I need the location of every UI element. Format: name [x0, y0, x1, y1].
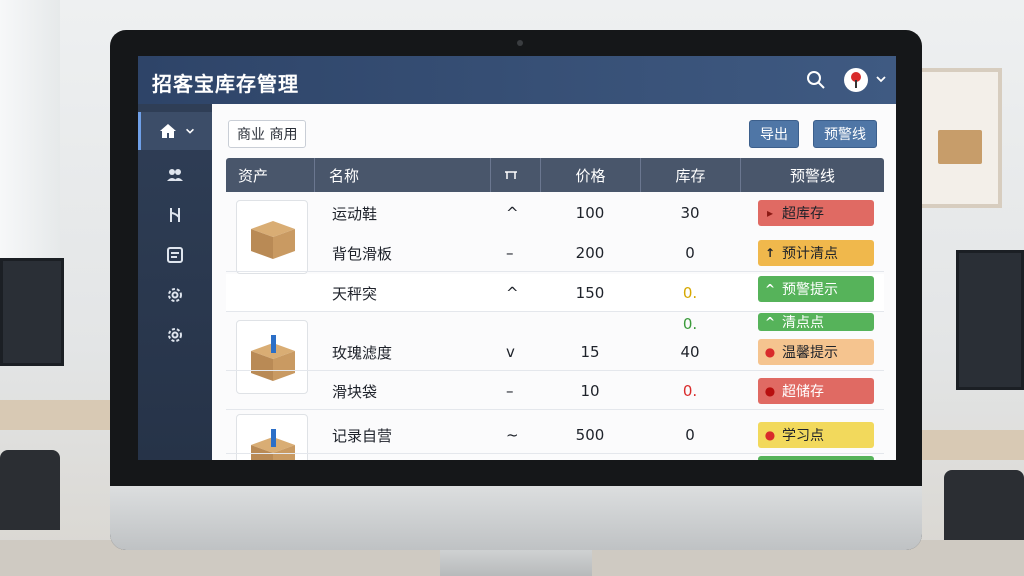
table-row[interactable]: 运动鞋 ^ 100 30 ▸ 超库存	[226, 194, 884, 232]
row-name: 运动鞋	[332, 204, 378, 223]
app-title: 招客宝库存管理	[152, 72, 299, 96]
filter-button[interactable]: 商业 商用	[228, 120, 307, 148]
warning-badge[interactable]: ^ 预警提示	[758, 276, 874, 302]
warning-badge[interactable]: ● 超储存	[758, 378, 874, 404]
chevron-down-icon	[185, 128, 194, 134]
background-monitor-left	[0, 258, 64, 366]
gear-icon	[168, 328, 182, 342]
background-desk-left	[0, 400, 120, 430]
background-chair-right	[944, 470, 1024, 550]
row-stock: 0	[685, 244, 695, 262]
background-window	[0, 0, 60, 300]
warning-badge-partial	[758, 456, 874, 460]
table-row[interactable]: 玫瑰滤度 v 15 40 ● 温馨提示	[226, 333, 884, 371]
table-header: 资产 名称 价格 库存 预警线	[226, 158, 884, 192]
pin-icon: ●	[764, 384, 776, 398]
inventory-table: 资产 名称 价格 库存 预警线 运动鞋 ^ 100 30 ▸ 超库存 背包滑板 …	[226, 158, 884, 460]
badge-label: 预警提示	[782, 282, 838, 298]
row-name: 记录自营	[332, 426, 393, 445]
sidebar-item-document[interactable]	[138, 236, 212, 274]
table-row[interactable]: 天秤突 ^ 150 0. ^ 预警提示	[226, 274, 884, 312]
row-trend: ^	[506, 204, 519, 222]
header-stock: 库存	[640, 158, 740, 192]
row-price: 100	[575, 204, 605, 222]
row-trend: ^	[506, 284, 519, 302]
sidebar	[138, 104, 212, 460]
badge-label: 超库存	[782, 206, 824, 222]
warning-line-button[interactable]: 预警线	[813, 120, 877, 148]
badge-label: 预计清点	[782, 246, 838, 262]
caret-up-icon: ^	[764, 315, 776, 329]
header-asset: 资产	[238, 166, 269, 185]
warning-badge[interactable]: ● 学习点	[758, 422, 874, 448]
row-price: 150	[575, 284, 605, 302]
warning-badge[interactable]: ● 温馨提示	[758, 339, 874, 365]
header-warning: 预警线	[740, 158, 884, 192]
warning-badge[interactable]: ^ 清点点	[758, 313, 874, 331]
row-trend: –	[506, 244, 514, 262]
row-name: 滑块袋	[332, 382, 378, 401]
row-stock: 0	[685, 426, 695, 444]
badge-label: 超储存	[782, 384, 824, 400]
sidebar-item-home[interactable]	[138, 112, 212, 150]
row-stock: 0.	[682, 382, 698, 400]
badge-label: 学习点	[782, 428, 824, 444]
row-stock: 0.	[682, 315, 698, 333]
row-trend: ~	[506, 426, 519, 444]
user-avatar-icon[interactable]	[844, 68, 868, 92]
top-bar: 招客宝库存管理	[138, 56, 896, 104]
header-price: 价格	[540, 158, 640, 192]
monitor-chin	[110, 486, 922, 550]
row-price: 500	[575, 426, 605, 444]
row-price: 10	[580, 382, 600, 400]
export-button[interactable]: 导出	[749, 120, 799, 148]
monitor-stand	[440, 550, 592, 576]
sidebar-item-settings-2[interactable]	[138, 316, 212, 354]
sort-icon	[505, 171, 517, 179]
users-icon	[167, 169, 183, 181]
row-name: 天秤突	[332, 284, 378, 303]
row-stock: 0.	[682, 284, 698, 302]
pin-icon: ●	[764, 345, 776, 359]
header-sort[interactable]	[490, 158, 540, 192]
table-row[interactable]: 滑块袋 – 10 0. ● 超储存	[226, 372, 884, 410]
row-name: 玫瑰滤度	[332, 343, 393, 362]
main-content: 商业 商用 导出 预警线 资产 名称 价格 库存 预警线 运动鞋 ^ 100 3…	[212, 104, 896, 460]
arrow-up-icon: ↑	[764, 246, 776, 260]
badge-label: 温馨提示	[782, 345, 838, 361]
row-stock: 30	[680, 204, 700, 222]
gear-icon	[168, 288, 182, 302]
pin-icon: ●	[764, 428, 776, 442]
row-trend: v	[506, 343, 515, 361]
table-row[interactable]: 0. ^ 清点点	[226, 313, 884, 335]
row-price: 15	[580, 343, 600, 361]
badge-label: 清点点	[782, 315, 824, 331]
app-screen: 招客宝库存管理 商业 商用 导出 预警线 资产 名称 价格 库存 预警线 运动鞋…	[138, 56, 896, 460]
background-monitor-right	[956, 250, 1024, 390]
arrow-right-icon: ▸	[766, 206, 774, 220]
background-chair-left	[0, 450, 60, 530]
branch-icon	[170, 208, 180, 222]
warning-badge[interactable]: ↑ 预计清点	[758, 240, 874, 266]
header-name: 名称	[314, 158, 490, 192]
search-icon[interactable]	[806, 70, 826, 90]
sidebar-item-users[interactable]	[138, 156, 212, 194]
home-icon	[159, 124, 176, 138]
row-trend: –	[506, 382, 514, 400]
background-desk-right	[914, 430, 1024, 460]
caret-up-icon: ^	[764, 282, 776, 296]
sidebar-item-branch[interactable]	[138, 196, 212, 234]
row-price: 200	[575, 244, 605, 262]
background-picture-frame	[916, 68, 1002, 208]
chevron-down-icon[interactable]	[874, 72, 888, 86]
webcam	[517, 40, 523, 46]
table-row[interactable]: 背包滑板 – 200 0 ↑ 预计清点	[226, 234, 884, 272]
sidebar-item-settings[interactable]	[138, 276, 212, 314]
warning-badge[interactable]: ▸ 超库存	[758, 200, 874, 226]
table-row[interactable]: 记录自营 ~ 500 0 ● 学习点	[226, 416, 884, 454]
row-stock: 40	[680, 343, 700, 361]
document-icon	[167, 247, 183, 263]
row-name: 背包滑板	[332, 244, 393, 263]
